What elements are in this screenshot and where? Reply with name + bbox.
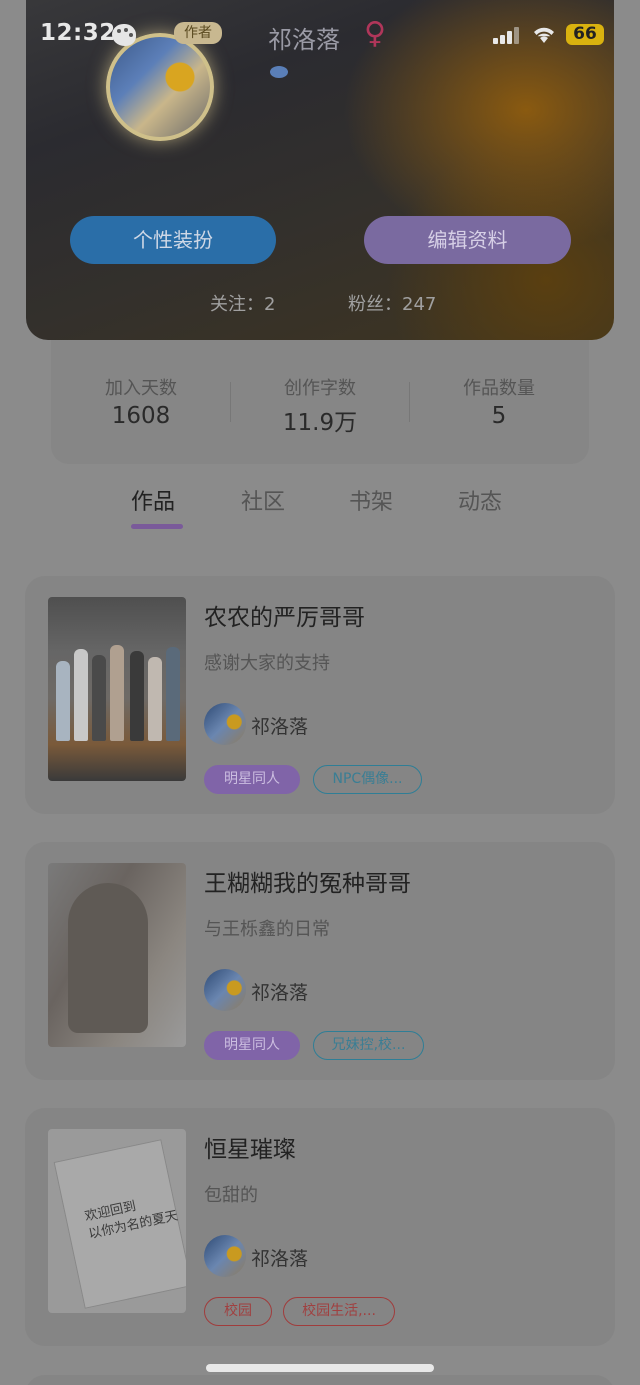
wifi-icon xyxy=(531,24,557,44)
stat-join-days: 加入天数 1608 xyxy=(51,374,231,429)
stat-works-count: 作品数量 5 xyxy=(409,374,589,429)
palette-icon xyxy=(112,24,136,46)
topic-tag[interactable]: NPC偶像... xyxy=(313,765,422,794)
battery-icon: 66 xyxy=(566,24,604,45)
work-cover-image[interactable] xyxy=(48,597,186,781)
work-card[interactable]: 欢迎回到 以你为名的夏天 恒星璀璨 包甜的 祁洛落 校园 校园生活,... xyxy=(25,1108,615,1346)
stat-value: 11.9万 xyxy=(282,410,358,436)
tab-activity[interactable]: 动态 xyxy=(458,484,502,516)
category-tag[interactable]: 明星同人 xyxy=(204,1031,300,1060)
stat-label: 作品数量 xyxy=(463,378,535,399)
work-description: 包甜的 xyxy=(204,1185,258,1206)
tab-bookshelf[interactable]: 书架 xyxy=(349,484,393,516)
fans-value: 247 xyxy=(402,294,437,315)
work-description: 感谢大家的支持 xyxy=(204,653,330,674)
author-avatar xyxy=(204,1235,246,1277)
tab-community[interactable]: 社区 xyxy=(241,484,285,516)
topic-tag[interactable]: 校园生活,... xyxy=(283,1297,395,1326)
work-cover-image[interactable] xyxy=(48,863,186,1047)
work-title[interactable]: 恒星璀璨 xyxy=(204,1130,296,1164)
author-avatar xyxy=(204,969,246,1011)
work-description: 与王栎鑫的日常 xyxy=(204,919,330,940)
edit-profile-button[interactable]: 编辑资料 xyxy=(364,216,571,264)
work-card[interactable]: 农农的严厉哥哥 感谢大家的支持 祁洛落 明星同人 NPC偶像... xyxy=(25,576,615,814)
active-tab-indicator xyxy=(131,524,183,529)
author-name: 祁洛落 xyxy=(251,1248,309,1270)
following-value: 2 xyxy=(264,294,276,315)
following-count[interactable]: 关注：2 xyxy=(210,290,275,316)
personal-dress-button[interactable]: 个性装扮 xyxy=(70,216,276,264)
stat-label: 创作字数 xyxy=(284,378,356,399)
work-card-partial[interactable] xyxy=(25,1375,615,1385)
category-tag[interactable]: 校园 xyxy=(204,1297,272,1326)
following-label: 关注： xyxy=(210,294,264,315)
stat-value: 5 xyxy=(491,403,507,429)
fans-label: 粉丝： xyxy=(348,294,402,315)
profile-page: 作者 祁洛落 ♀ 个性装扮 编辑资料 关注：2 粉丝：247 12:32 66 … xyxy=(0,0,640,1385)
work-cover-image[interactable]: 欢迎回到 以你为名的夏天 xyxy=(48,1129,186,1313)
author-name: 祁洛落 xyxy=(251,716,309,738)
status-bar: 12:32 66 xyxy=(0,0,640,70)
fans-count[interactable]: 粉丝：247 xyxy=(348,290,436,316)
profile-tabs: 作品 社区 书架 动态 xyxy=(0,480,640,540)
stats-panel: 加入天数 1608 创作字数 11.9万 作品数量 5 xyxy=(51,340,589,464)
stat-label: 加入天数 xyxy=(105,378,177,399)
status-time: 12:32 xyxy=(40,20,116,46)
cellular-signal-icon xyxy=(493,26,521,44)
category-tag[interactable]: 明星同人 xyxy=(204,765,300,794)
stat-word-count: 创作字数 11.9万 xyxy=(230,374,410,437)
home-indicator[interactable] xyxy=(206,1364,434,1372)
tab-works[interactable]: 作品 xyxy=(131,484,175,516)
stat-value: 1608 xyxy=(111,403,171,429)
author-name: 祁洛落 xyxy=(251,982,309,1004)
topic-tag[interactable]: 兄妹控,校... xyxy=(313,1031,424,1060)
author-avatar xyxy=(204,703,246,745)
work-card[interactable]: 王糊糊我的冤种哥哥 与王栎鑫的日常 祁洛落 明星同人 兄妹控,校... xyxy=(25,842,615,1080)
work-title[interactable]: 农农的严厉哥哥 xyxy=(204,598,365,632)
work-title[interactable]: 王糊糊我的冤种哥哥 xyxy=(204,864,411,898)
